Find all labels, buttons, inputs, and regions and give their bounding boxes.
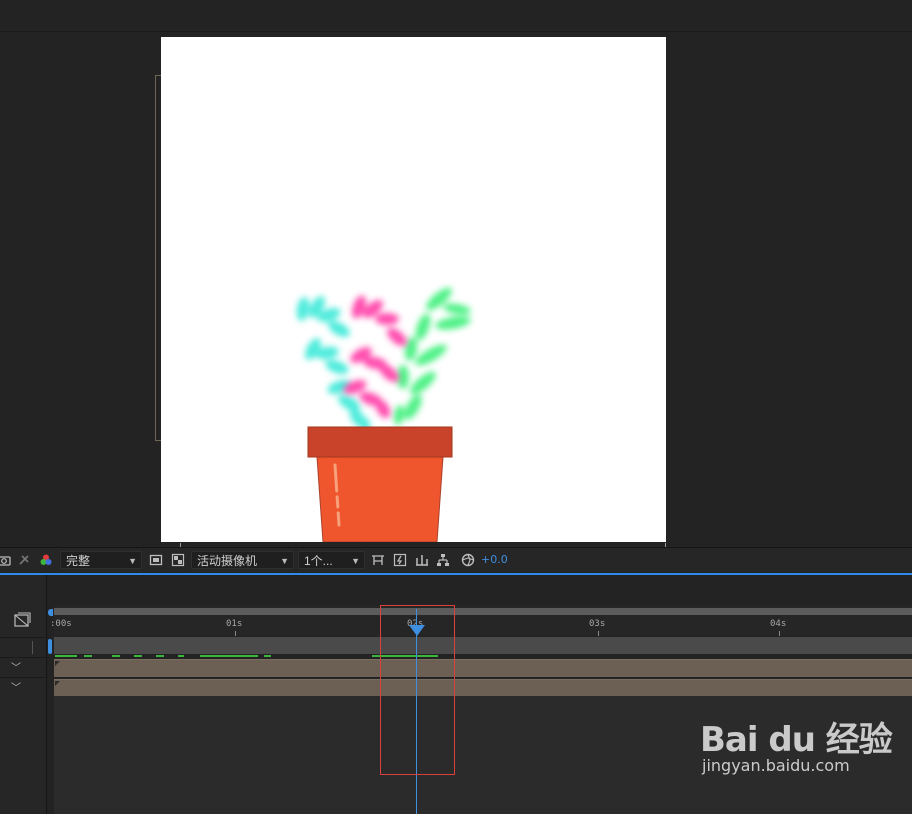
ruler-label-4: 04s <box>770 619 787 629</box>
layer-bar-2[interactable] <box>54 679 912 697</box>
viewer-toolbar: 完整 ▼ 活动摄像机 ▼ 1个... ▼ +0.0 <box>0 547 912 572</box>
timeline-icon[interactable] <box>415 553 429 567</box>
layer-row-header <box>0 637 46 657</box>
cache-segment <box>84 655 92 657</box>
region-of-interest-icon[interactable] <box>149 553 163 567</box>
cache-segment <box>178 655 184 657</box>
highlight-annotation-box <box>380 605 455 775</box>
camera-value: 活动摄像机 <box>197 554 258 568</box>
view-layout-value: 1个... <box>304 554 333 568</box>
comp-start-marker <box>48 639 52 654</box>
fast-previews-icon[interactable] <box>393 553 407 567</box>
layer-bar-1[interactable] <box>54 659 912 677</box>
cache-segment <box>134 655 142 657</box>
camera-dropdown[interactable]: 活动摄像机 ▼ <box>191 551 294 569</box>
ruler-tick <box>598 631 599 636</box>
baidu-jingyan-watermark: Bai du 经验 jingyan.baidu.com <box>700 712 900 778</box>
green-leaves <box>393 287 471 425</box>
cache-indicator-track <box>54 637 912 654</box>
transparency-grid-icon[interactable] <box>171 553 185 567</box>
chevron-down-icon: ▼ <box>128 556 137 566</box>
channel-rgb-icon[interactable] <box>39 553 53 567</box>
snapshot-camera-icon[interactable] <box>0 553 11 567</box>
watermark-logo: Bai du 经验 <box>700 720 893 760</box>
plant-illustration <box>296 287 471 542</box>
flowchart-icon[interactable] <box>436 553 450 567</box>
viewer-header <box>0 0 912 32</box>
ruler-label-3: 03s <box>589 619 606 629</box>
composition-navigator-icon[interactable] <box>13 612 31 628</box>
resolution-value: 完整 <box>66 554 91 568</box>
show-snapshot-icon[interactable] <box>17 553 31 567</box>
ruler-label-1: 01s <box>226 619 243 629</box>
reset-exposure-icon[interactable] <box>461 553 475 567</box>
chevron-down-icon: ▼ <box>351 556 360 566</box>
chevron-down-icon[interactable]: ﹀ <box>11 659 21 674</box>
flower-pot <box>307 426 453 542</box>
work-area-bar[interactable] <box>54 608 912 615</box>
layer-switches-column: ﹀ ﹀ <box>0 575 47 814</box>
ruler-tick <box>779 631 780 636</box>
resolution-dropdown[interactable]: 完整 ▼ <box>60 551 142 569</box>
toggle-pixel-aspect-icon[interactable] <box>371 553 385 567</box>
composition-viewer <box>0 0 912 547</box>
cache-segment <box>200 655 258 657</box>
timeline-panel: ﹀ ﹀ :00s 01s 02s 03s 04s <box>0 575 912 814</box>
cache-segment <box>112 655 120 657</box>
watermark-url: jingyan.baidu.com <box>702 756 850 775</box>
cache-segment <box>156 655 164 657</box>
cache-segment <box>264 655 271 657</box>
ruler-tick <box>235 631 236 636</box>
chevron-down-icon[interactable]: ﹀ <box>11 679 21 694</box>
chevron-down-icon: ▼ <box>280 556 289 566</box>
view-layout-dropdown[interactable]: 1个... ▼ <box>298 551 365 569</box>
ruler-label-0: :00s <box>50 619 72 629</box>
work-area-start-handle[interactable] <box>48 609 53 616</box>
layer-row-1[interactable]: ﹀ <box>0 657 46 677</box>
composition-canvas[interactable] <box>161 37 666 542</box>
layer-row-2[interactable]: ﹀ <box>0 677 46 697</box>
exposure-value[interactable]: +0.0 <box>481 548 508 572</box>
cache-segment <box>55 655 77 657</box>
